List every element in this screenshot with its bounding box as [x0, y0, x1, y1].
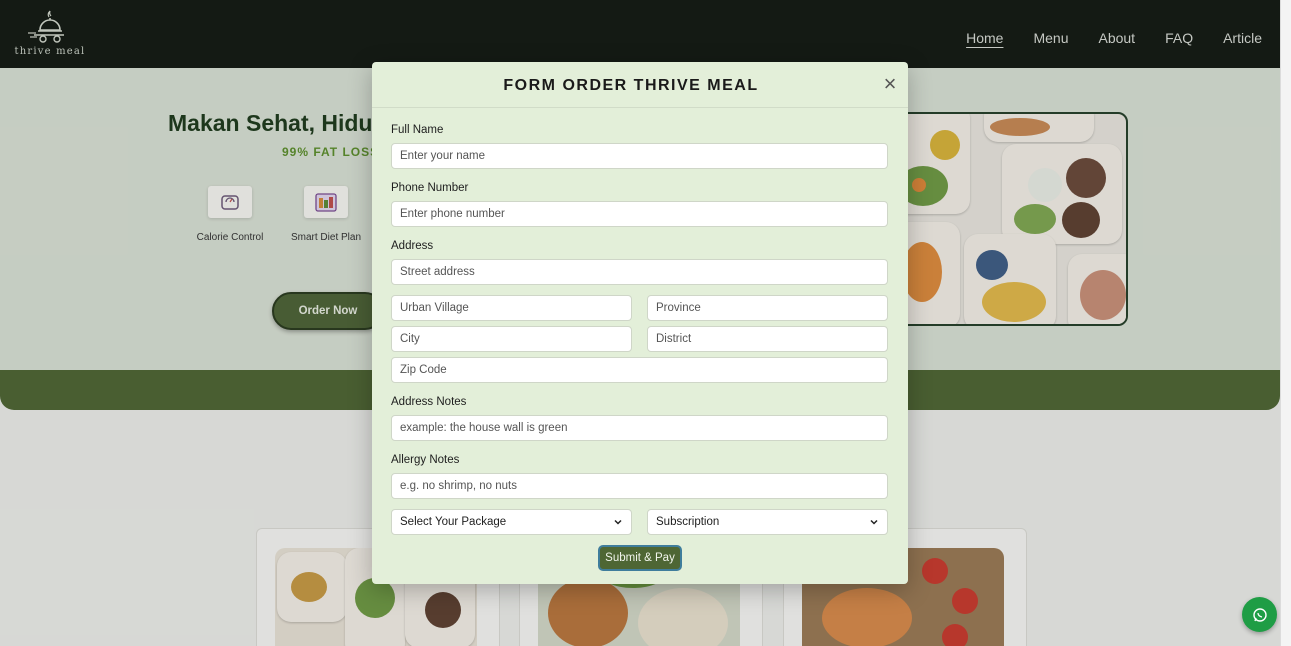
- full-name-label: Full Name: [391, 124, 444, 136]
- province-input[interactable]: [647, 295, 888, 321]
- page-scrollbar[interactable]: [1280, 0, 1291, 646]
- close-icon[interactable]: ×: [880, 73, 900, 95]
- order-form-modal: FORM ORDER THRIVE MEAL × Full Name Phone…: [372, 62, 908, 584]
- package-select[interactable]: Select Your Package: [391, 509, 632, 535]
- phone-number-input[interactable]: [391, 201, 888, 227]
- address-notes-input[interactable]: [391, 415, 888, 441]
- package-select-value: Select Your Package: [400, 516, 507, 528]
- district-input[interactable]: [647, 326, 888, 352]
- subscription-select-value: Subscription: [656, 516, 720, 528]
- city-input[interactable]: [391, 326, 632, 352]
- whatsapp-chat-button[interactable]: [1242, 597, 1277, 632]
- street-address-input[interactable]: [391, 259, 888, 285]
- submit-pay-button[interactable]: Submit & Pay: [598, 545, 682, 571]
- allergy-notes-input[interactable]: [391, 473, 888, 499]
- allergy-notes-label: Allergy Notes: [391, 454, 460, 466]
- address-label: Address: [391, 240, 434, 252]
- modal-title: FORM ORDER THRIVE MEAL: [503, 77, 759, 94]
- zip-code-input[interactable]: [391, 357, 888, 383]
- chevron-down-icon: [614, 519, 622, 525]
- modal-header: FORM ORDER THRIVE MEAL ×: [372, 62, 908, 108]
- urban-village-input[interactable]: [391, 295, 632, 321]
- phone-number-label: Phone Number: [391, 182, 469, 194]
- full-name-input[interactable]: [391, 143, 888, 169]
- address-notes-label: Address Notes: [391, 396, 467, 408]
- subscription-select[interactable]: Subscription: [647, 509, 888, 535]
- whatsapp-icon: [1252, 607, 1267, 622]
- chevron-down-icon: [870, 519, 878, 525]
